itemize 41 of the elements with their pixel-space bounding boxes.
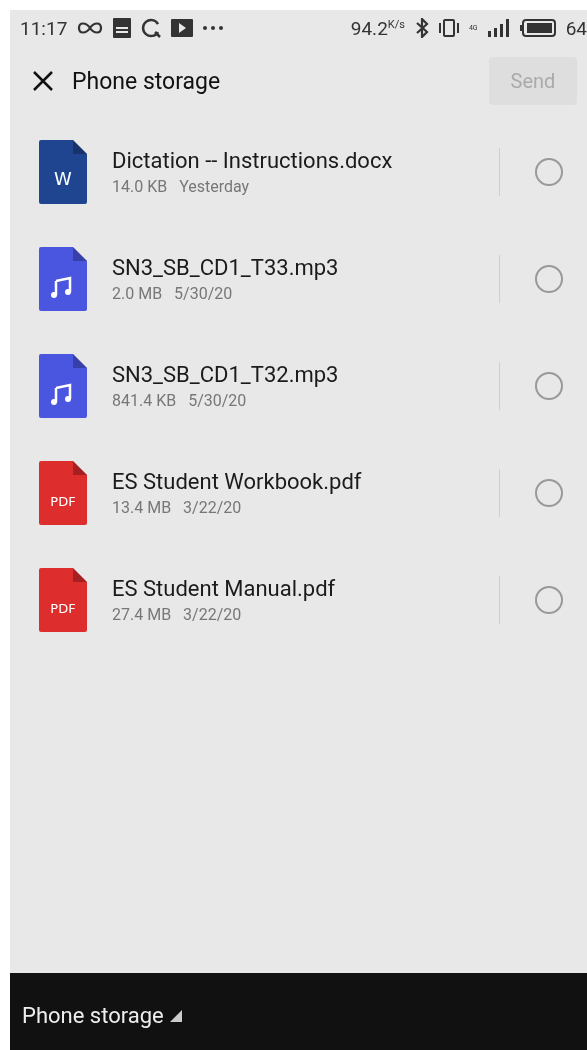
infinity-icon — [77, 21, 104, 35]
battery-percent: 64 — [565, 16, 587, 40]
select-radio[interactable] — [535, 478, 563, 507]
select-radio[interactable] — [535, 585, 563, 614]
news-icon — [113, 18, 132, 38]
close-icon[interactable] — [32, 70, 54, 92]
refresh-icon — [141, 18, 162, 38]
file-name: ES Student Manual.pdf — [112, 575, 337, 601]
file-date: Yesterday — [179, 176, 250, 196]
file-date: 5/30/20 — [174, 283, 233, 303]
storage-selector[interactable]: Phone storage — [22, 1003, 182, 1028]
file-size: 27.4 MB — [112, 604, 172, 624]
vibrate-icon — [438, 19, 459, 37]
file-name: Dictation -- Instructions.docx — [112, 147, 394, 173]
file-name: SN3_SB_CD1_T32.mp3 — [112, 361, 340, 387]
play-icon — [171, 19, 194, 37]
file-date: 5/30/20 — [188, 390, 247, 410]
screen-title: Phone storage — [72, 67, 222, 95]
bluetooth-icon — [414, 18, 429, 38]
select-radio[interactable] — [535, 157, 563, 186]
caret-icon — [169, 1009, 182, 1022]
file-icon: W — [39, 139, 87, 204]
music-file-icon — [39, 246, 87, 311]
file-size: 841.4 KB — [112, 390, 177, 410]
file-icon: PDF — [39, 460, 87, 525]
file-name: SN3_SB_CD1_T33.mp3 — [112, 254, 340, 280]
select-radio[interactable] — [535, 371, 563, 400]
music-file-icon — [39, 353, 87, 418]
select-radio[interactable] — [535, 264, 563, 293]
network-speed: 94.2$^{K/s}$ — [350, 16, 405, 40]
file-size: 14.0 KB — [112, 176, 168, 196]
file-name: ES Student Workbook.pdf — [112, 468, 363, 494]
file-size: 13.4 MB — [112, 497, 172, 517]
file-date: 3/22/20 — [183, 604, 242, 624]
more-icon — [203, 26, 224, 30]
file-size: 2.0 MB — [112, 283, 163, 303]
file-date: 3/22/20 — [183, 497, 242, 517]
file-icon: PDF — [39, 567, 87, 632]
signal-icon — [487, 19, 510, 37]
battery-icon — [519, 19, 556, 37]
clock: 11:17 — [20, 16, 68, 40]
